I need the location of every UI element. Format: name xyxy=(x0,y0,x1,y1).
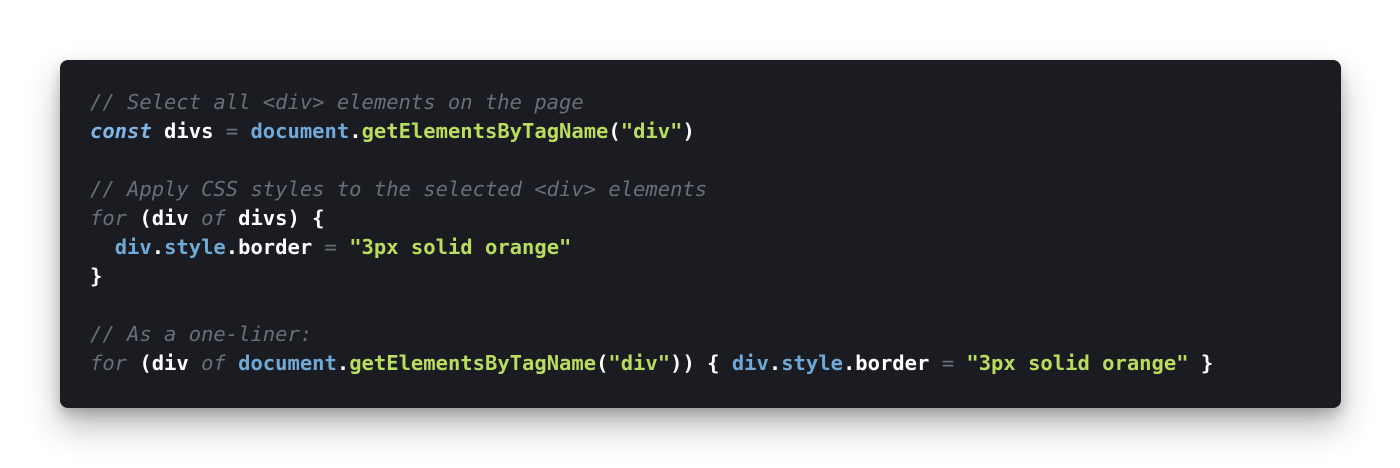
code-token-punc: (div xyxy=(127,351,202,375)
code-token-punc: )) { xyxy=(670,351,732,375)
code-token-str: "div" xyxy=(620,119,683,143)
code-token-punc: } xyxy=(1188,351,1214,375)
code-line: // As a one-liner: xyxy=(90,320,1311,349)
code-token-punc: ) xyxy=(682,119,695,143)
code-token-obj: style xyxy=(164,235,226,259)
code-token-punc xyxy=(90,235,115,259)
code-token-op: = xyxy=(324,235,337,259)
code-token-punc: ( xyxy=(596,351,609,375)
code-token-punc: . xyxy=(336,351,350,375)
code-token-op: = xyxy=(225,119,239,143)
code-token-str: "3px solid orange" xyxy=(349,235,572,259)
code-token-punc: .border xyxy=(842,351,942,375)
code-token-punc xyxy=(238,119,250,143)
code-token-punc: . xyxy=(768,351,782,375)
code-token-str: "3px solid orange" xyxy=(966,351,1189,375)
code-line: div.style.border = "3px solid orange" xyxy=(90,233,1311,262)
code-token-op: = xyxy=(941,351,955,375)
code-token-punc: . xyxy=(349,119,362,143)
code-line: for (div of document.getElementsByTagNam… xyxy=(90,349,1311,378)
code-token-kw-const: const xyxy=(90,119,152,143)
code-token-punc xyxy=(954,351,966,375)
code-token-punc xyxy=(337,235,349,259)
code-token-ident: divs xyxy=(151,119,226,143)
code-token-punc: .border xyxy=(225,235,325,259)
code-token-kw: of xyxy=(201,206,226,230)
code-token-comment: // Apply CSS styles to the selected <div… xyxy=(90,177,708,201)
code-token-punc xyxy=(226,351,238,375)
code-token-obj: style xyxy=(781,351,843,375)
code-token-obj: div xyxy=(114,235,152,259)
code-token-punc: ( xyxy=(608,119,621,143)
code-line: for (div of divs) { xyxy=(90,204,1311,233)
code-block: // Select all <div> elements on the page… xyxy=(90,88,1311,378)
code-token-punc: (div xyxy=(127,206,202,230)
code-line: } xyxy=(90,262,1311,291)
code-token-obj: div xyxy=(731,351,769,375)
code-token-kw: for xyxy=(90,206,128,230)
code-snippet-card: // Select all <div> elements on the page… xyxy=(60,60,1341,408)
code-token-comment: // Select all <div> elements on the page xyxy=(90,90,584,114)
code-token-str: "div" xyxy=(608,351,671,375)
code-line: // Select all <div> elements on the page xyxy=(90,88,1311,117)
page-canvas: // Select all <div> elements on the page… xyxy=(0,0,1400,468)
code-token-obj: document xyxy=(238,351,337,375)
code-token-fn: getElementsByTagName xyxy=(361,119,609,143)
code-token-obj: document xyxy=(250,119,350,143)
code-token-kw: of xyxy=(201,351,226,375)
code-line: const divs = document.getElementsByTagNa… xyxy=(90,117,1311,146)
code-token-fn: getElementsByTagName xyxy=(349,351,597,375)
code-token-punc: divs) { xyxy=(225,206,325,230)
code-line: // Apply CSS styles to the selected <div… xyxy=(90,175,1311,204)
code-token-kw: for xyxy=(90,351,128,375)
code-token-comment: // As a one-liner: xyxy=(90,322,313,346)
code-token-punc: . xyxy=(151,235,165,259)
code-token-punc: } xyxy=(90,264,103,288)
